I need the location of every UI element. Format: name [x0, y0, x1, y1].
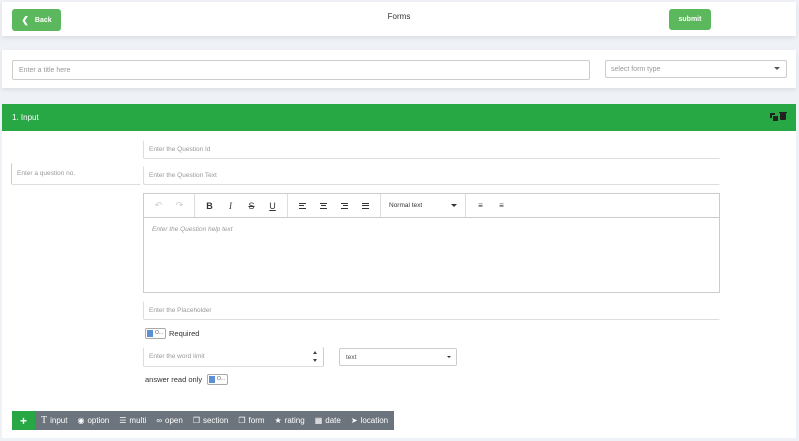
undo-icon[interactable]: ↶ — [148, 198, 169, 214]
trash-icon[interactable] — [779, 112, 787, 120]
text-icon: T — [41, 415, 48, 426]
italic-icon[interactable]: I — [220, 198, 241, 214]
redo-icon[interactable]: ↷ — [169, 198, 190, 214]
type-label: multi — [129, 416, 147, 425]
align-group — [288, 194, 381, 217]
form-type-placeholder: select form type — [611, 65, 661, 73]
type-option[interactable]: ◉ option — [77, 416, 109, 425]
type-label: form — [248, 416, 265, 425]
location-arrow-icon: ➤ — [350, 416, 358, 425]
toggle-knob — [209, 376, 215, 383]
caret-down-icon — [774, 67, 780, 70]
question-header[interactable]: 1. Input — [2, 104, 796, 131]
type-location[interactable]: ➤ location — [351, 416, 388, 425]
copy-icon: ❐ — [238, 416, 246, 425]
paperclip-icon: ∞ — [156, 416, 163, 425]
question-id-input[interactable]: Enter the Question Id — [143, 140, 720, 159]
ordered-list-icon[interactable]: ≡ — [470, 198, 491, 214]
list-icon: ☰ — [119, 416, 127, 425]
question-type-bar: T input ◉ option ☰ multi ∞ open ❐ sectio… — [35, 411, 395, 430]
caret-down-icon — [447, 356, 451, 358]
toggle-text: O... — [217, 376, 226, 382]
form-title-input[interactable]: Enter a title here — [12, 60, 590, 80]
type-label: date — [325, 416, 341, 425]
star-icon: ★ — [274, 416, 282, 425]
read-only-toggle[interactable]: O... — [207, 374, 228, 385]
type-open[interactable]: ∞ open — [156, 416, 183, 425]
form-title-card: Enter a title here select form type — [2, 50, 796, 88]
toggle-knob — [147, 330, 153, 337]
header: ❮ Back Forms submit — [2, 2, 796, 36]
word-limit-stepper[interactable] — [313, 350, 319, 364]
inline-group: B I S U — [195, 194, 288, 217]
question-number-input[interactable]: Enter a question no. — [11, 163, 141, 185]
required-label: Required — [169, 329, 200, 338]
type-label: input — [50, 416, 68, 425]
calendar-icon: ▦ — [314, 416, 323, 425]
block-type-value: Normal text — [389, 202, 423, 209]
form-type-select[interactable]: select form type — [605, 60, 787, 78]
stepper-down-icon[interactable] — [313, 359, 317, 362]
type-input[interactable]: T input — [41, 415, 67, 426]
add-question-bar: + T input ◉ option ☰ multi ∞ open ❐ sect… — [12, 411, 395, 430]
type-rating[interactable]: ★ rating — [275, 416, 305, 425]
question-card: 1. Input Enter a question no. Enter the … — [2, 104, 796, 404]
question-actions — [770, 112, 787, 122]
read-only-label: answer read only — [145, 375, 203, 384]
add-question-button[interactable]: + — [12, 411, 35, 430]
placeholder-input[interactable]: Enter the Placeholder — [143, 301, 720, 320]
submit-button[interactable]: submit — [669, 9, 711, 30]
type-label: open — [165, 416, 183, 425]
input-type-value: text — [346, 353, 357, 361]
history-group: ↶ ↷ — [144, 194, 195, 217]
type-section[interactable]: ❐ section — [193, 416, 229, 425]
question-text-input[interactable]: Enter the Question Text — [143, 166, 720, 185]
help-text-editor: ↶ ↷ B I S U Normal text ≡ ≡ Enter the Qu… — [143, 193, 720, 293]
editor-toolbar: ↶ ↷ B I S U Normal text ≡ ≡ — [144, 194, 719, 218]
list-group: ≡ ≡ — [466, 194, 516, 217]
align-center-icon[interactable] — [313, 198, 334, 214]
question-header-label: 1. Input — [12, 113, 39, 122]
copy-icon: ❐ — [192, 416, 200, 425]
align-right-icon[interactable] — [334, 198, 355, 214]
align-left-icon[interactable] — [292, 198, 313, 214]
radio-icon: ◉ — [77, 416, 85, 425]
input-type-select[interactable]: text — [339, 348, 457, 366]
required-toggle[interactable]: O... — [145, 328, 166, 339]
unordered-list-icon[interactable]: ≡ — [491, 198, 512, 214]
caret-down-icon — [451, 203, 457, 207]
help-text-area[interactable]: Enter the Question help text — [144, 218, 719, 241]
block-type-select[interactable]: Normal text — [385, 198, 461, 214]
toggle-text: O... — [155, 330, 164, 336]
type-label: rating — [284, 416, 305, 425]
type-label: section — [202, 416, 229, 425]
copy-icon[interactable] — [770, 113, 779, 122]
bold-icon[interactable]: B — [199, 198, 220, 214]
type-label: location — [360, 416, 389, 425]
type-label: option — [87, 416, 110, 425]
block-type-group: Normal text — [381, 194, 466, 217]
type-form[interactable]: ❐ form — [238, 416, 264, 425]
word-limit-input[interactable]: Enter the word limit — [143, 347, 324, 367]
underline-icon[interactable]: U — [262, 198, 283, 214]
type-multi[interactable]: ☰ multi — [119, 416, 146, 425]
align-justify-icon[interactable] — [355, 198, 376, 214]
stepper-up-icon[interactable] — [313, 351, 317, 354]
type-date[interactable]: ▦ date — [315, 416, 341, 425]
strikethrough-icon[interactable]: S — [241, 198, 262, 214]
